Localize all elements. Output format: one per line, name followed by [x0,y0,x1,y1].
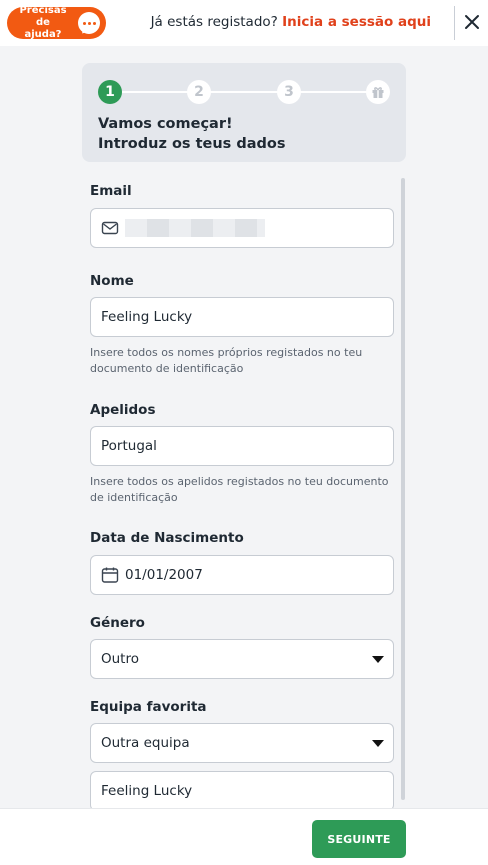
chat-bubble-icon [78,12,100,34]
birthdate-value: 01/01/2007 [125,567,203,583]
registration-form: Email Nome Feeling Lucky Insere todos os… [0,162,488,808]
email-label: Email [90,183,132,199]
bottom-bar: SEGUINTE [0,808,488,865]
help-button[interactable]: Precisas de ajuda? [7,5,106,40]
chevron-down-icon [372,656,384,663]
calendar-icon [101,567,119,583]
scrollbar[interactable] [401,178,405,800]
name-field[interactable]: Feeling Lucky [90,297,394,337]
chevron-down-icon [372,740,384,747]
gender-value: Outro [101,651,139,667]
step-1: 1 [98,80,122,104]
login-prompt: Já estás registado? Inicia a sessão aqui [151,14,431,30]
name-value: Feeling Lucky [101,309,193,325]
other-team-value: Feeling Lucky [101,783,193,799]
email-field[interactable] [90,208,394,248]
next-button[interactable]: SEGUINTE [312,820,406,858]
login-link[interactable]: Inicia a sessão aqui [282,14,431,30]
team-select[interactable]: Outra equipa [90,723,394,763]
surname-label: Apelidos [90,402,156,418]
help-label: Precisas de ajuda? [19,5,67,40]
step-2: 2 [187,80,211,104]
envelope-icon [101,221,119,235]
header-divider [454,6,455,40]
surname-hint: Insere todos os apelidos registados no t… [90,475,389,504]
surname-value: Portugal [101,438,157,454]
steps-title: Vamos começar! Introduz os teus dados [98,114,286,154]
gender-label: Género [90,615,145,631]
other-team-field[interactable]: Feeling Lucky [90,771,394,808]
team-value: Outra equipa [101,735,190,751]
birthdate-field[interactable]: 01/01/2007 [90,555,394,595]
login-prompt-text: Já estás registado? [150,14,278,30]
progress-track [110,91,375,93]
birthdate-label: Data de Nascimento [90,530,244,546]
name-label: Nome [90,273,134,289]
steps-title-line1: Vamos começar! [98,116,233,132]
top-bar: Precisas de ajuda? Já estás registado? I… [0,0,488,46]
gender-select[interactable]: Outro [90,639,394,679]
team-label: Equipa favorita [90,699,207,715]
surname-field[interactable]: Portugal [90,426,394,466]
close-icon[interactable] [462,12,482,32]
step-3: 3 [277,80,301,104]
name-hint: Insere todos os nomes próprios registado… [90,346,363,375]
gift-icon [366,80,390,104]
email-value-obscured [125,219,265,237]
progress-steps-card: 1 2 3 Vamos começar! Introduz os teus da… [82,63,406,162]
steps-title-line2: Introduz os teus dados [98,136,286,152]
